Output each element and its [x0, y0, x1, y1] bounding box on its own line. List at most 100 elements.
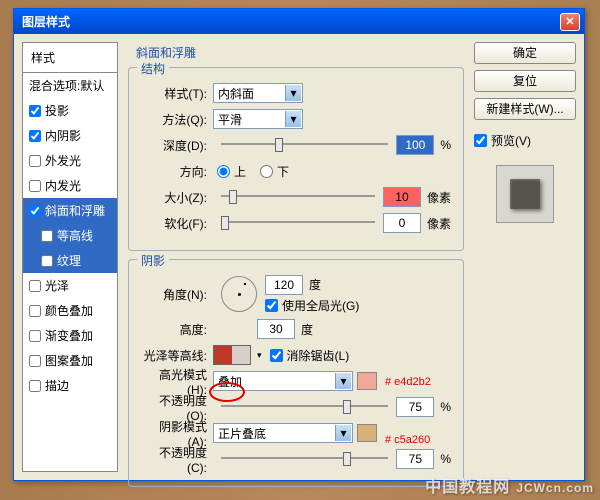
hi-opacity-input[interactable]: 75 [396, 397, 434, 417]
sidebar-item-0[interactable]: 混合选项:默认 [23, 73, 117, 98]
button-column: 确定 复位 新建样式(W)... 预览(V) [474, 42, 576, 472]
sidebar-item-label: 投影 [45, 102, 69, 119]
soften-label: 软化(F): [141, 215, 213, 232]
antialias-checkbox[interactable] [270, 349, 283, 362]
titlebar[interactable]: 图层样式 ✕ [14, 9, 584, 34]
soften-unit: 像素 [427, 215, 451, 232]
new-style-button[interactable]: 新建样式(W)... [474, 98, 576, 120]
altitude-unit: 度 [301, 321, 313, 338]
sidebar-item-label: 图案叠加 [45, 352, 93, 369]
sidebar-item-label: 描边 [45, 377, 69, 394]
structure-legend: 结构 [137, 60, 169, 77]
sidebar-checkbox[interactable] [29, 205, 41, 217]
direction-up-radio[interactable] [217, 165, 230, 178]
sidebar-checkbox[interactable] [41, 255, 53, 267]
sidebar-item-3[interactable]: 外发光 [23, 148, 117, 173]
sidebar-item-label: 纹理 [57, 252, 81, 269]
sidebar-checkbox[interactable] [41, 230, 53, 242]
sidebar-checkbox[interactable] [29, 130, 41, 142]
highlight-color-swatch[interactable] [357, 372, 377, 390]
sidebar-item-label: 内发光 [45, 177, 81, 194]
sidebar-item-4[interactable]: 内发光 [23, 173, 117, 198]
style-select[interactable]: 内斜面▾ [213, 83, 303, 103]
depth-input[interactable]: 100 [396, 135, 434, 155]
sidebar-item-label: 混合选项:默认 [29, 77, 104, 94]
highlight-mode-select[interactable]: 叠加▾ [213, 371, 353, 391]
shadow-mode-select[interactable]: 正片叠底▾ [213, 423, 353, 443]
sidebar-item-7[interactable]: 纹理 [23, 248, 117, 273]
depth-label: 深度(D): [141, 137, 213, 154]
altitude-label: 高度: [141, 321, 213, 338]
dialog-content: 样式 混合选项:默认投影内阴影外发光内发光斜面和浮雕等高线纹理光泽颜色叠加渐变叠… [14, 34, 584, 480]
altitude-input[interactable]: 30 [257, 319, 295, 339]
gloss-label: 光泽等高线: [141, 347, 213, 364]
sidebar-item-1[interactable]: 投影 [23, 98, 117, 123]
chevron-down-icon: ▾ [335, 373, 351, 389]
style-label: 样式(T): [141, 85, 213, 102]
size-unit: 像素 [427, 189, 451, 206]
size-slider[interactable] [221, 188, 375, 206]
close-button[interactable]: ✕ [560, 13, 580, 31]
sidebar-item-label: 斜面和浮雕 [45, 202, 105, 219]
watermark: 中国教程网JCWcn.com [425, 473, 594, 498]
sidebar-checkbox[interactable] [29, 355, 41, 367]
angle-input[interactable]: 120 [265, 275, 303, 295]
angle-unit: 度 [309, 276, 321, 293]
preview-thumbnail [496, 165, 554, 223]
direction-down-radio[interactable] [260, 165, 273, 178]
sh-opacity-slider[interactable] [221, 450, 388, 468]
size-input[interactable]: 10 [383, 187, 421, 207]
soften-input[interactable]: 0 [383, 213, 421, 233]
annotation-text: # e4d2b2 [385, 376, 431, 388]
global-light-label: 使用全局光(G) [282, 297, 359, 314]
sidebar-item-label: 外发光 [45, 152, 81, 169]
preview-checkbox[interactable] [474, 134, 487, 147]
angle-label: 角度(N): [141, 286, 213, 303]
sh-opacity-input[interactable]: 75 [396, 449, 434, 469]
sidebar-item-11[interactable]: 图案叠加 [23, 348, 117, 373]
structure-fieldset: 结构 样式(T): 内斜面▾ 方法(Q): 平滑▾ 深度(D): 100 % 方… [128, 67, 464, 251]
global-light-checkbox[interactable] [265, 299, 278, 312]
shading-fieldset: 阴影 角度(N): 120 度 使用全局光(G) [128, 259, 464, 487]
window-title: 图层样式 [18, 13, 560, 30]
sidebar-item-label: 颜色叠加 [45, 302, 93, 319]
sidebar-head: 样式 [23, 43, 117, 73]
gloss-contour-picker[interactable] [213, 345, 251, 365]
shadow-color-swatch[interactable] [357, 424, 377, 442]
chevron-down-icon[interactable]: ▾ [257, 350, 262, 361]
preview-label: 预览(V) [491, 132, 531, 149]
soften-slider[interactable] [221, 214, 375, 232]
method-select[interactable]: 平滑▾ [213, 109, 303, 129]
sidebar-checkbox[interactable] [29, 305, 41, 317]
angle-wheel[interactable] [221, 276, 257, 312]
ok-button[interactable]: 确定 [474, 42, 576, 64]
chevron-down-icon: ▾ [335, 425, 351, 441]
sidebar-checkbox[interactable] [29, 180, 41, 192]
sidebar-item-label: 等高线 [57, 227, 93, 244]
sidebar-item-9[interactable]: 颜色叠加 [23, 298, 117, 323]
sidebar-item-8[interactable]: 光泽 [23, 273, 117, 298]
sidebar-checkbox[interactable] [29, 155, 41, 167]
layer-style-dialog: 图层样式 ✕ 样式 混合选项:默认投影内阴影外发光内发光斜面和浮雕等高线纹理光泽… [13, 8, 585, 481]
sidebar-item-12[interactable]: 描边 [23, 373, 117, 398]
hi-opacity-slider[interactable] [221, 398, 388, 416]
sidebar-item-5[interactable]: 斜面和浮雕 [23, 198, 117, 223]
sh-opacity-label: 不透明度(C): [141, 444, 213, 475]
depth-slider[interactable] [221, 136, 388, 154]
method-label: 方法(Q): [141, 111, 213, 128]
cancel-button[interactable]: 复位 [474, 70, 576, 92]
sidebar-item-6[interactable]: 等高线 [23, 223, 117, 248]
sidebar-checkbox[interactable] [29, 280, 41, 292]
sidebar-item-label: 渐变叠加 [45, 327, 93, 344]
sidebar-checkbox[interactable] [29, 330, 41, 342]
sidebar-checkbox[interactable] [29, 105, 41, 117]
panel-title: 斜面和浮雕 [136, 44, 464, 61]
chevron-down-icon: ▾ [285, 111, 301, 127]
sidebar-checkbox[interactable] [29, 380, 41, 392]
chevron-down-icon: ▾ [285, 85, 301, 101]
depth-unit: % [440, 138, 451, 152]
sidebar-item-10[interactable]: 渐变叠加 [23, 323, 117, 348]
size-label: 大小(Z): [141, 189, 213, 206]
sidebar-item-2[interactable]: 内阴影 [23, 123, 117, 148]
style-sidebar: 样式 混合选项:默认投影内阴影外发光内发光斜面和浮雕等高线纹理光泽颜色叠加渐变叠… [22, 42, 118, 472]
